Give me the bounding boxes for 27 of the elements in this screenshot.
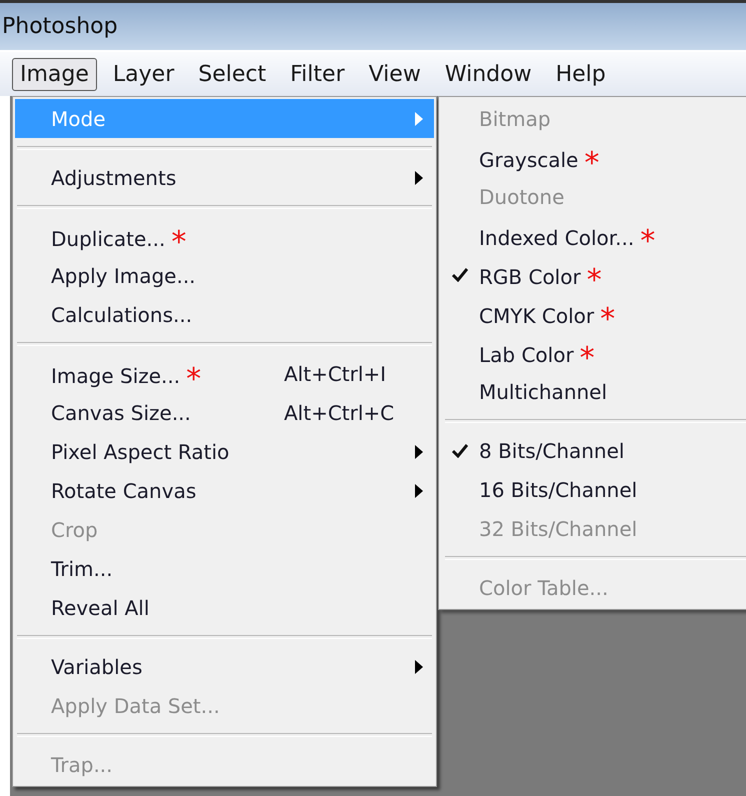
annotation-mark: *: [586, 266, 602, 296]
menu-item[interactable]: Reveal All: [15, 588, 434, 627]
menu-item[interactable]: Multichannel: [441, 372, 746, 411]
menu-item[interactable]: 16 Bits/Channel: [441, 470, 746, 509]
menu-bar-item[interactable]: Help: [548, 58, 614, 90]
annotation-mark: *: [171, 228, 186, 258]
menu-item[interactable]: Apply Image...: [15, 256, 434, 295]
menu-item[interactable]: 8 Bits/Channel: [441, 431, 746, 470]
menu-item[interactable]: Adjustments: [15, 158, 434, 197]
annotation-mark: *: [580, 344, 595, 374]
menu-item[interactable]: Calculations...: [15, 295, 434, 334]
annotation-mark: *: [600, 304, 616, 334]
menu-bar-item[interactable]: View: [360, 58, 429, 90]
annotation-mark: *: [186, 364, 202, 394]
menu-item[interactable]: Variables: [15, 647, 434, 686]
menu-bar-item[interactable]: Layer: [104, 58, 182, 90]
window-title: Photoshop: [1, 14, 118, 39]
menu-bar-item[interactable]: Select: [190, 58, 274, 90]
menu-bar-item[interactable]: Window: [436, 58, 540, 90]
menu-bar-item[interactable]: Filter: [282, 58, 353, 90]
menu-item[interactable]: Canvas Size... Alt+Ctrl+C: [15, 393, 434, 432]
menu-item[interactable]: Pixel Aspect Ratio: [15, 432, 434, 471]
annotation-mark: *: [640, 226, 656, 256]
menu-item[interactable]: Rotate Canvas: [15, 471, 434, 510]
annotation-mark: *: [584, 148, 600, 178]
menu-item[interactable]: Trim...: [15, 549, 434, 588]
menu-bar-item[interactable]: Image: [12, 58, 97, 90]
